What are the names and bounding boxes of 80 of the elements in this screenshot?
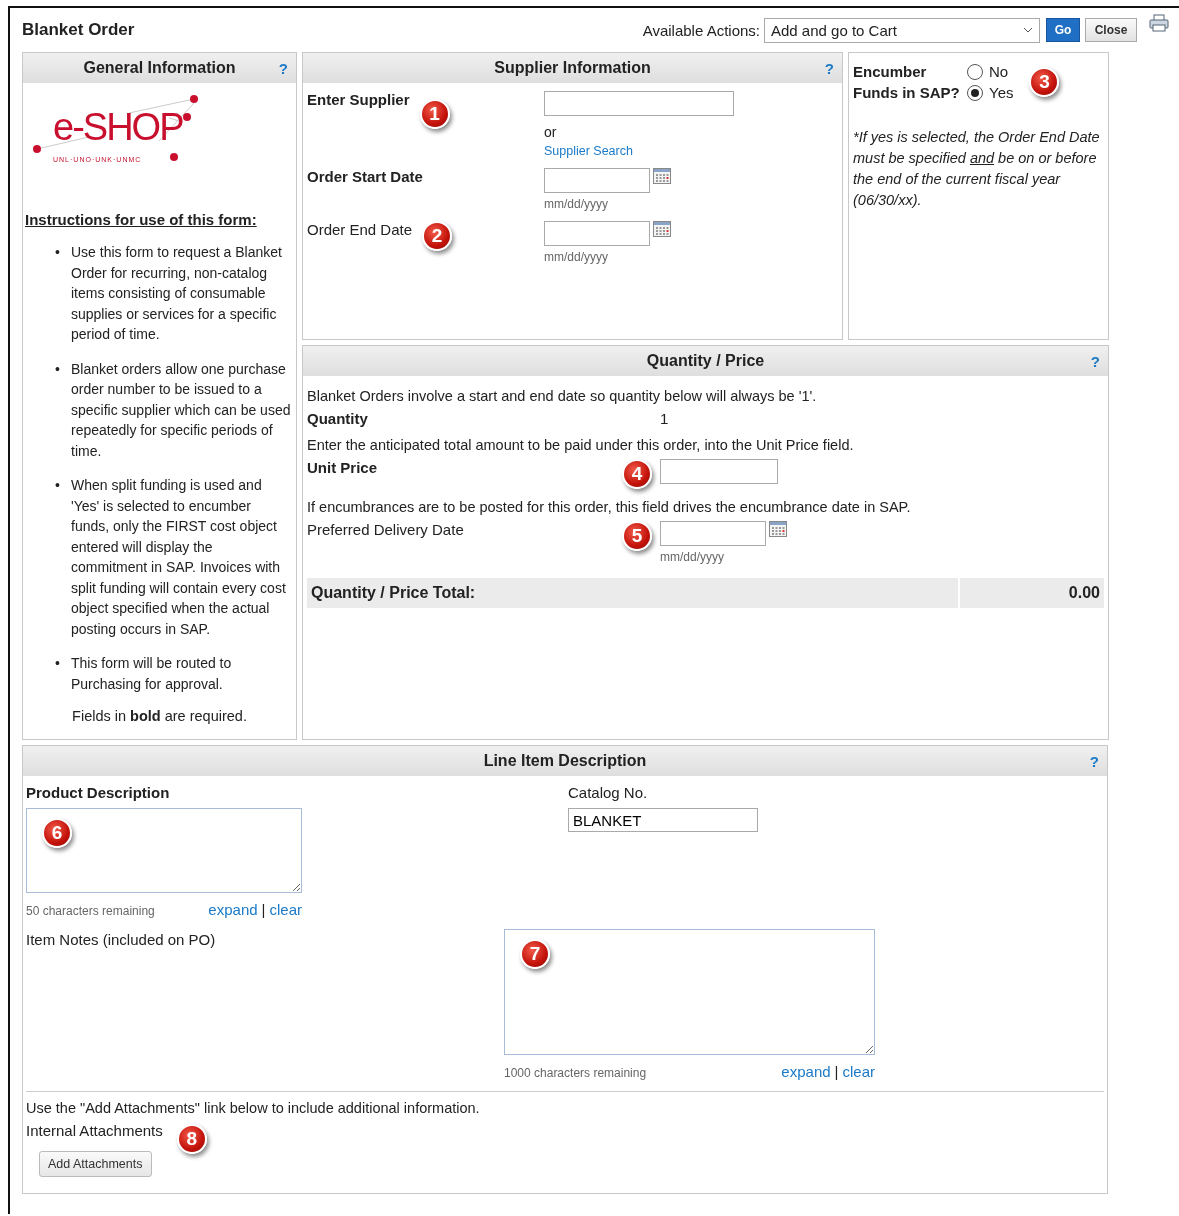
total-label: Quantity / Price Total: (310, 584, 477, 602)
calendar-icon[interactable] (653, 221, 671, 237)
instruction-bullet: Blanket orders allow one purchase order number to be issued to a specific supplier which can be used repeatedly for specific periods of time. (71, 359, 292, 461)
bullet-marker: • (55, 243, 61, 262)
link-separator: | (834, 1063, 839, 1080)
field-label: Encumber Funds in SAP? (853, 62, 961, 103)
item-notes-field[interactable] (504, 929, 875, 1055)
attachments-note: Use the "Add Attachments" link below to include additional information. (26, 1100, 481, 1116)
total-value: 0.00 (958, 578, 1104, 608)
date-input[interactable] (544, 221, 650, 246)
instruction-bullet: Use this form to request a Blanket Order for recurring, non-catalog items consisting of consumable supplies or services for a specific period of time. (71, 243, 283, 344)
instruction-bullet: This form will be routed to Purchasing for approval. (71, 654, 233, 694)
catalog-number-input[interactable]: BLANKET (568, 808, 758, 832)
characters-remaining: 50 characters remaining (26, 904, 155, 918)
quantity-value: 1 (660, 410, 669, 427)
chevron-down-icon (1023, 27, 1033, 33)
clear-link[interactable]: clear (842, 1063, 875, 1080)
number-badge: 1 (419, 99, 450, 129)
field-label: Item Notes (included on PO) (26, 931, 216, 948)
bullet-marker: • (55, 476, 61, 495)
characters-remaining: 1000 characters remaining (504, 1066, 647, 1080)
page-title: Blanket Order (22, 20, 136, 40)
help-link[interactable]: ? (1090, 353, 1100, 370)
link-separator: | (261, 901, 266, 918)
bullet-marker: • (55, 654, 61, 673)
date-input[interactable] (660, 521, 766, 546)
date-format-hint: mm/dd/yyyy (660, 550, 725, 564)
instructions-heading: Instructions for use of this form: (25, 211, 258, 228)
field-label: Order End Date (307, 221, 413, 238)
panel-heading: Quantity / Price (646, 352, 765, 370)
help-link[interactable]: ? (824, 60, 834, 77)
radio-label: Yes (989, 84, 1014, 101)
supplier-input[interactable] (544, 91, 734, 116)
field-label: Order Start Date (307, 168, 423, 185)
panel-heading: Supplier Information (494, 59, 651, 77)
printer-icon[interactable] (1149, 14, 1169, 32)
number-badge: 2 (422, 221, 453, 251)
field-label: Unit Price (307, 459, 378, 476)
number-badge: 4 (622, 459, 652, 489)
expand-link[interactable]: expand (208, 901, 258, 918)
field-label: Quantity (307, 410, 368, 427)
actions-dropdown[interactable]: Add and go to Cart (764, 17, 1040, 43)
number-badge: 5 (622, 521, 652, 551)
date-input[interactable] (544, 168, 650, 193)
date-format-hint: mm/dd/yyyy (544, 250, 609, 264)
go-button[interactable]: Go (1046, 18, 1080, 42)
radio-button[interactable] (967, 84, 983, 101)
radio-label: No (989, 63, 1009, 80)
or-text: or (544, 124, 558, 140)
supplier-search-link[interactable]: Supplier Search (544, 144, 734, 158)
date-format-hint: mm/dd/yyyy (544, 197, 609, 211)
field-label: Enter Supplier (307, 91, 410, 108)
help-link[interactable]: ? (278, 60, 288, 77)
add-attachments-button[interactable]: Add Attachments (39, 1151, 152, 1177)
field-label: Product Description (26, 784, 170, 801)
instruction-text: If encumbrances are to be posted for this order, this field drives the encumbrance date in SAP. (307, 499, 912, 515)
number-badge: 3 (1029, 67, 1060, 97)
expand-link[interactable]: expand (781, 1063, 831, 1080)
actions-label: Available Actions: (642, 21, 760, 39)
required-fields-note: Fields in bold are required. (71, 708, 248, 724)
logo-wordmark: e-SHOP (53, 105, 183, 149)
instruction-bullet: When split funding is used and 'Yes' is selected to encumber funds, only the FIRST cost object entered will display the commitment in SAP. Invoices with split funding will contain every cost object specified when the actual posting occurs in SAP. (71, 476, 287, 639)
field-label: Preferred Delivery Date (307, 521, 464, 538)
encumber-note: *If yes is selected, the Order End Date must be specified and be on or before the end of the current fiscal year (06/30/xx). (853, 128, 1101, 210)
instruction-text: Enter the anticipated total amount to be paid under this order, into the Unit Price field. (307, 437, 855, 453)
unit-price-input[interactable] (660, 459, 778, 484)
calendar-icon[interactable] (769, 521, 787, 537)
instruction-text: Blanket Orders involve a start and end date so quantity below will always be '1'. (307, 388, 818, 404)
radio-button[interactable] (967, 63, 983, 80)
panel-heading: Line Item Description (483, 752, 647, 770)
calendar-icon[interactable] (653, 168, 671, 184)
product-description-field[interactable] (26, 808, 302, 893)
field-label: Catalog No. (568, 784, 648, 801)
number-badge: 8 (176, 1124, 207, 1154)
help-link[interactable]: ? (1089, 753, 1099, 770)
clear-link[interactable]: clear (269, 901, 302, 918)
panel-heading: General Information (83, 59, 236, 77)
field-label: Internal Attachments (26, 1122, 163, 1139)
close-button[interactable]: Close (1085, 18, 1137, 42)
bullet-marker: • (55, 359, 61, 379)
